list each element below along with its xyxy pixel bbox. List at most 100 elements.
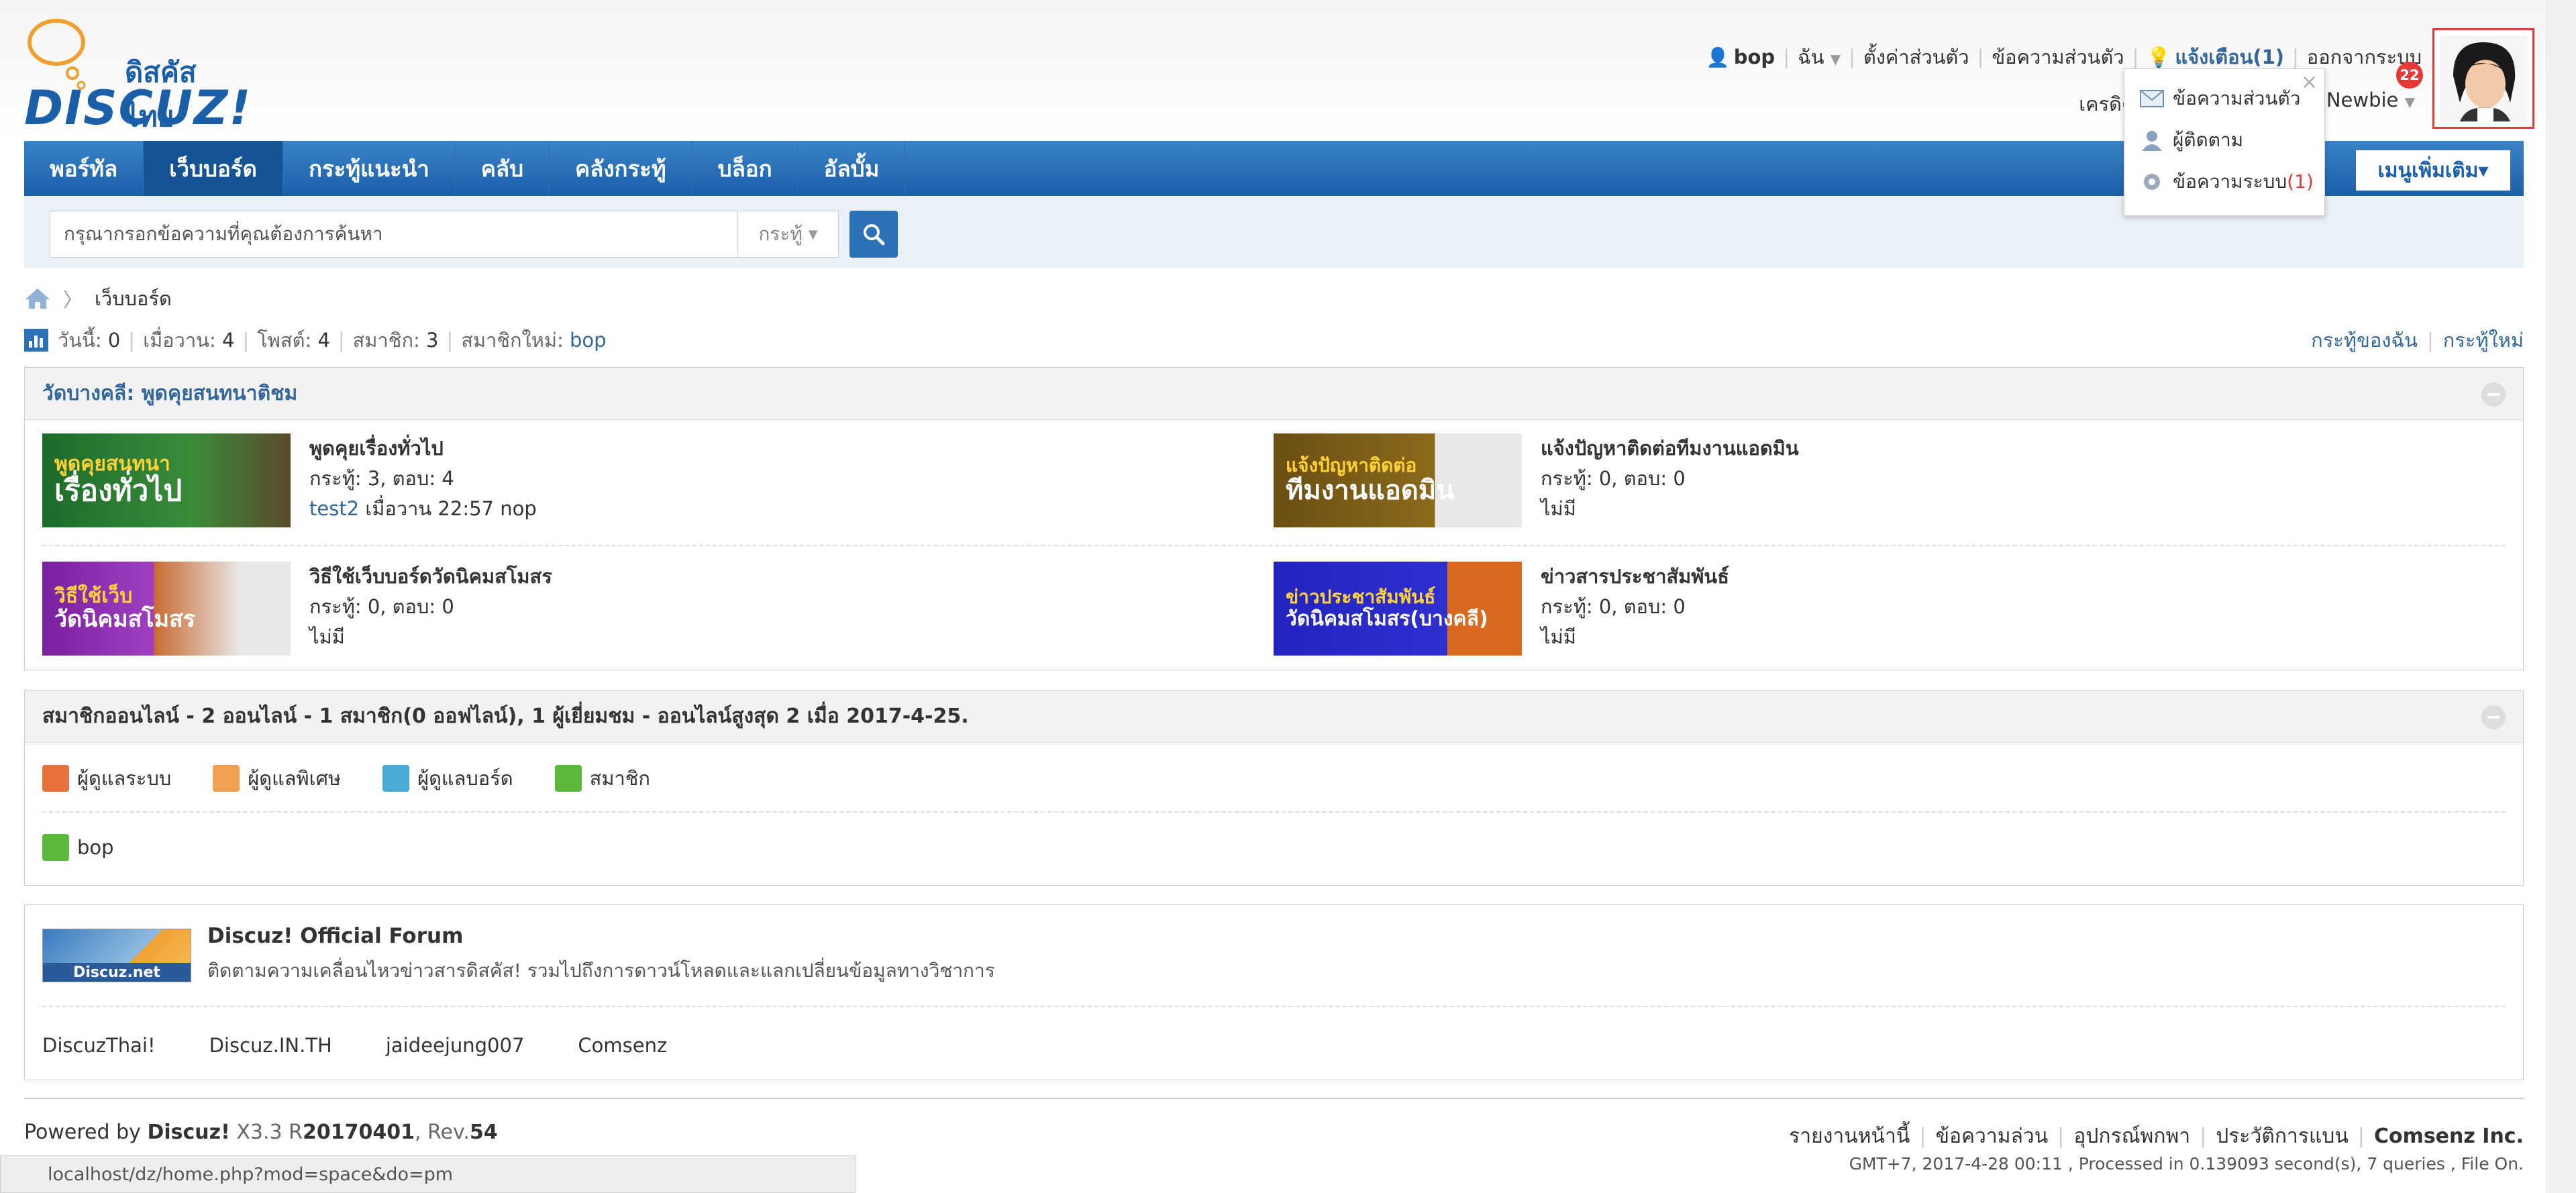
mobile-link[interactable]: อุปกรณ์พกพา	[2073, 1121, 2190, 1152]
legend-admin: ผู้ดูแลระบบ	[42, 763, 171, 794]
forum-item: ข่าวประชาสัมพันธ์ วัดนิคมสโมสร(บางคลี) ข…	[1274, 562, 1729, 656]
notification-badge: 22	[2396, 62, 2423, 89]
messages-link[interactable]: ข้อความส่วนตัว	[1992, 42, 2124, 72]
legend-moderator: ผู้ดูแลบอร์ด	[382, 763, 513, 794]
scrollbar[interactable]	[2546, 0, 2576, 1193]
user-legend: ผู้ดูแลระบบ ผู้ดูแลพิเศษ ผู้ดูแลบอร์ด สม…	[42, 763, 692, 794]
last-post-time: ไม่มี	[1541, 625, 1576, 648]
category-box: วัดบางคลี: พูดคุยสนทนาติชม พูดคุยสนทนา เ…	[24, 367, 2524, 670]
nav-club[interactable]: คลับ	[456, 141, 550, 196]
user-icon: 👤	[1706, 46, 1730, 68]
nav-archive[interactable]: คลังกระทู้	[550, 141, 692, 196]
discuz-net-logo[interactable]: Discuz.net	[42, 929, 191, 982]
more-menu-button[interactable]: เมนูเพิ่มเติม▾	[2356, 150, 2510, 191]
new-threads-link[interactable]: กระทู้ใหม่	[2443, 325, 2524, 356]
links-box: Discuz.net Discuz! Official Forum ติดตาม…	[24, 904, 2524, 1080]
online-box: สมาชิกออนไลน์ - 2 ออนไลน์ - 1 สมาชิก(0 อ…	[24, 690, 2524, 886]
breadcrumb-current[interactable]: เว็บบอร์ด	[95, 283, 172, 314]
report-link[interactable]: รายงานหน้านี้	[1789, 1121, 1910, 1152]
footer-divider	[24, 1098, 2524, 1099]
forum-icon[interactable]: พูดคุยสนทนา เรื่องทั่วไป	[42, 433, 291, 527]
close-icon[interactable]: ×	[2301, 70, 2318, 94]
forum-name[interactable]: วิธีใช้เว็บบอร์ดวัดนิคมสโมสร	[309, 565, 552, 588]
footer-powered: Powered by Discuz! X3.3 R20170401, Rev.5…	[24, 1121, 498, 1144]
me-menu[interactable]: ฉัน ▼	[1798, 42, 1841, 72]
dropdown-item-system[interactable]: ข้อความระบบ(1)	[2139, 167, 2314, 197]
text-links: DiscuzThai! Discuz.IN.TH jaideejung007 C…	[42, 1034, 667, 1057]
usergroup-link[interactable]: Newbie ▼	[2326, 89, 2415, 119]
forum-name[interactable]: แจ้งปัญหาติดต่อทีมงานแอดมิน	[1541, 437, 1799, 460]
forum-name[interactable]: ข่าวสารประชาสัมพันธ์	[1541, 565, 1729, 588]
legend-member: สมาชิก	[554, 763, 650, 794]
link-discuzthai[interactable]: DiscuzThai!	[42, 1034, 156, 1057]
forum-name[interactable]: พูดคุยเรื่องทั่วไป	[309, 437, 444, 460]
last-post-time: ไม่มี	[309, 625, 345, 648]
archive-link[interactable]: ข้อความล่วน	[1935, 1121, 2048, 1152]
forum-counts: กระทู้: 0, ตอบ: 0	[309, 595, 454, 618]
category-title[interactable]: วัดบางคลี: พูดคุยสนทนาติชม	[25, 368, 2523, 420]
stat-yesterday: 4	[221, 329, 235, 352]
search-button[interactable]	[849, 211, 898, 258]
link-comsenz[interactable]: Comsenz	[578, 1034, 667, 1057]
ban-history-link[interactable]: ประวัติการแบน	[2216, 1121, 2349, 1152]
search-type-select[interactable]: กระทู้ ▼	[738, 211, 839, 258]
notification-dropdown: × ข้อความส่วนตัว ผู้ติดตาม ข้อความระบบ(1…	[2124, 68, 2325, 216]
online-user[interactable]: bop	[42, 834, 114, 861]
my-threads-link[interactable]: กระทู้ของฉัน	[2311, 325, 2418, 356]
site-logo[interactable]: ดิสคัสไทย DISCUZ!	[24, 17, 250, 136]
last-post-time[interactable]: เมื่อวาน 22:57 nop	[365, 497, 536, 520]
forum-counts: กระทู้: 3, ตอบ: 4	[309, 467, 454, 490]
nav-recommended[interactable]: กระทู้แนะนำ	[283, 141, 456, 196]
featured-link-name[interactable]: Discuz! Official Forum	[207, 924, 463, 948]
collapse-icon[interactable]	[2481, 705, 2506, 729]
footer-meta: GMT+7, 2017-4-28 00:11 , Processed in 0.…	[1849, 1154, 2524, 1174]
admin-user-icon	[42, 765, 69, 792]
username-link[interactable]: bop	[1734, 46, 1775, 68]
featured-link-desc: ติดตามความเคลื่อนไหวข่าวสารดิสคัส! รวมไป…	[207, 959, 995, 982]
status-url: localhost/dz/home.php?mod=space&do=pm	[0, 1155, 856, 1193]
collapse-icon[interactable]	[2481, 382, 2506, 407]
nav-album[interactable]: อัลบั้ม	[798, 141, 906, 196]
stat-members: 3	[426, 329, 439, 352]
stat-today: 0	[107, 329, 121, 352]
divider	[42, 545, 2506, 546]
member-user-icon	[42, 834, 69, 861]
lightbulb-icon: 💡	[2147, 45, 2171, 68]
gear-icon	[2144, 174, 2160, 190]
forum-counts: กระทู้: 0, ตอบ: 0	[1541, 467, 1686, 490]
forum-icon[interactable]: วิธีใช้เว็บ วัดนิคมสโมสร	[42, 562, 291, 656]
dropdown-item-followers[interactable]: ผู้ติดตาม	[2139, 125, 2243, 155]
forum-item: แจ้งปัญหาติดต่อ ทีมงานแอดมิน แจ้งปัญหาติ…	[1274, 433, 1799, 527]
home-icon[interactable]	[24, 287, 51, 310]
nav-blog[interactable]: บล็อก	[692, 141, 798, 196]
last-post-time: ไม่มี	[1541, 497, 1576, 520]
nav-portal[interactable]: พอร์ทัล	[24, 141, 144, 196]
forum-icon[interactable]: ข่าวประชาสัมพันธ์ วัดนิคมสโมสร(บางคลี)	[1274, 562, 1522, 656]
forum-item: วิธีใช้เว็บ วัดนิคมสโมสร วิธีใช้เว็บบอร์…	[42, 562, 552, 656]
divider	[42, 811, 2506, 813]
member-user-icon	[554, 765, 582, 792]
divider	[42, 1006, 2506, 1007]
dropdown-item-messages[interactable]: ข้อความส่วนตัว	[2139, 84, 2300, 113]
link-discuz-in-th[interactable]: Discuz.IN.TH	[209, 1034, 332, 1057]
avatar[interactable]	[2432, 28, 2534, 129]
stat-posts: 4	[317, 329, 330, 352]
newest-member-link[interactable]: bop	[570, 329, 607, 352]
comsenz-link[interactable]: Comsenz Inc.	[2374, 1125, 2524, 1148]
nav-forum[interactable]: เว็บบอร์ด	[144, 141, 283, 196]
forum-stats: วันนี้: 0 | เมื่อวาน: 4 | โพสต์: 4 | สมา…	[24, 327, 607, 354]
last-post-user[interactable]: test2	[309, 497, 359, 520]
legend-supermod: ผู้ดูแลพิเศษ	[213, 763, 341, 794]
search-icon	[864, 224, 885, 246]
user-icon	[2142, 131, 2162, 151]
forum-icon[interactable]: แจ้งปัญหาติดต่อ ทีมงานแอดมิน	[1274, 433, 1522, 527]
chart-icon	[24, 329, 48, 352]
thread-links: กระทู้ของฉัน | กระทู้ใหม่	[2311, 327, 2524, 354]
online-title[interactable]: สมาชิกออนไลน์ - 2 ออนไลน์ - 1 สมาชิก(0 อ…	[25, 690, 2523, 743]
forum-counts: กระทู้: 0, ตอบ: 0	[1541, 595, 1686, 618]
link-jaideejung007[interactable]: jaideejung007	[386, 1034, 525, 1057]
forum-item: พูดคุยสนทนา เรื่องทั่วไป พูดคุยเรื่องทั่…	[42, 433, 537, 527]
settings-link[interactable]: ตั้งค่าส่วนตัว	[1863, 42, 1969, 72]
discuz-link[interactable]: Discuz!	[147, 1121, 229, 1144]
search-input[interactable]: กรุณากรอกข้อความที่คุณต้องการค้นหา	[50, 211, 738, 258]
